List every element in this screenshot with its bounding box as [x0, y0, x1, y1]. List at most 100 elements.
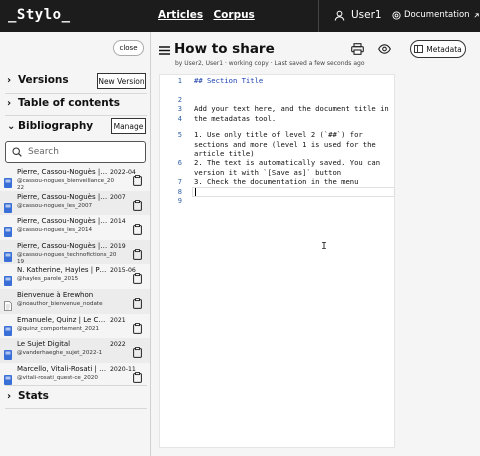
book-icon [4, 345, 12, 361]
bibliography-item[interactable]: Marcello, Vitali-Rosati | Quest 2020-11 … [0, 363, 150, 388]
bibliography-item-title: Pierre, Cassou-Noguès | Les rêves [17, 192, 109, 201]
toc-toggle[interactable]: › Table of contents [7, 97, 120, 109]
bibliography-item-title: Marcello, Vitali-Rosati | Quest [17, 364, 109, 373]
clipboard-icon[interactable] [133, 294, 142, 313]
manage-bibliography-button[interactable]: Manage [111, 118, 146, 134]
main-nav: Articles Corpus [158, 9, 262, 21]
book-icon [4, 173, 12, 188]
metadata-label: Metadata [426, 44, 462, 54]
line-number: 1 [177, 77, 182, 85]
nav-corpus-link[interactable]: Corpus [213, 9, 254, 21]
close-sidebar-button[interactable]: close [113, 40, 144, 56]
user-icon [334, 10, 345, 21]
stats-heading: Stats [18, 390, 49, 402]
bibliography-item-date: 2014 [110, 218, 126, 226]
bibliography-item-date: 2021 [110, 316, 126, 324]
bibliography-item-key: @hayles_parole_2015 [17, 276, 79, 283]
bibliography-heading: Bibliography [18, 120, 94, 132]
current-line-highlight [192, 187, 395, 197]
clipboard-icon[interactable] [133, 171, 142, 190]
bibliography-item[interactable]: Le Sujet Digital 2022 @vanderhaeghe_suje… [0, 338, 150, 363]
editor-line: 3. Check the documentation in the menu [194, 177, 359, 186]
menu-icon[interactable] [159, 46, 170, 55]
mouse-ibeam-cursor: I [321, 241, 328, 252]
bibliography-item-key: @quinz_comportement_2021 [17, 325, 100, 332]
search-placeholder: Search [28, 147, 59, 157]
bibliography-item[interactable]: Bienvenue à Erewhon @noauthor_bienvenue_… [0, 288, 150, 314]
bibliography-item-title: Le Sujet Digital [17, 340, 71, 349]
bibliography-item-date: 2019 [110, 242, 126, 250]
top-bar: _Stylo_ Articles Corpus User1 Documentat… [0, 0, 480, 32]
bibliography-item-title: Pierre, Cassou-Noguès | Technofictions [17, 241, 109, 250]
text-cursor [195, 188, 196, 196]
bibliography-item[interactable]: Emanuele, Quinz | Le Comportement 2021 @… [0, 314, 150, 339]
bibliography-item[interactable]: Pierre, Cassou-Noguès | Technofictions 2… [0, 239, 150, 265]
line-number: 9 [177, 197, 182, 205]
metadata-button[interactable]: Metadata [410, 40, 466, 58]
bibliography-item-title: N. Katherine, Hayles | Postprint [17, 266, 109, 275]
bibliography-item[interactable]: N. Katherine, Hayles | Postprint 2015-06… [0, 264, 150, 289]
sidebar: close › Versions New Version › Table of … [0, 32, 151, 456]
bibliography-item-key: @cassou-nogues_les_2007 [17, 202, 93, 209]
bibliography-item-key: @vanderhaeghe_sujet_2022-1 [17, 350, 103, 357]
bibliography-item-date: 2007 [110, 193, 126, 201]
bibliography-item-title: Pierre, Cassou-Noguès | Une histoire [17, 168, 109, 176]
clipboard-icon[interactable] [133, 343, 142, 362]
external-link-icon [473, 12, 479, 18]
user-menu[interactable]: User1 [334, 9, 382, 21]
line-number: 8 [177, 188, 182, 196]
chevron-right-icon: › [7, 97, 12, 109]
divider [5, 115, 147, 116]
clipboard-icon[interactable] [133, 319, 142, 338]
bibliography-item-title: Pierre, Cassou-Noguès | Lire le [17, 217, 109, 226]
clipboard-icon[interactable] [133, 220, 142, 239]
bibliography-item[interactable]: Pierre, Cassou-Noguès | Lire le 2014 @ca… [0, 215, 150, 240]
bibliography-toggle[interactable]: ⌄ Bibliography [7, 120, 93, 132]
versions-heading: Versions [18, 74, 69, 86]
editor-line: ## Section Title [194, 76, 264, 85]
bibliography-list: Pierre, Cassou-Noguès | Une histoire 202… [0, 166, 150, 387]
clipboard-icon[interactable] [133, 368, 142, 387]
book-icon [4, 370, 12, 385]
bibliography-item-date: 2022-04 [110, 169, 136, 176]
line-number: 6 [177, 159, 182, 167]
editor-line: 1. Use only title of level 2 (`##`) for … [194, 130, 381, 159]
bibliography-item-key: @noauthor_bienvenue_nodate [17, 300, 103, 307]
documentation-label: Documentation [404, 10, 470, 20]
clipboard-icon[interactable] [133, 245, 142, 264]
documentation-link[interactable]: Documentation [392, 10, 480, 20]
app-logo[interactable]: _Stylo_ [8, 7, 71, 23]
divider [318, 0, 319, 32]
bibliography-item-date: 2015-06 [110, 267, 136, 275]
book-icon [4, 198, 12, 213]
clipboard-icon[interactable] [133, 269, 142, 288]
chevron-right-icon: › [7, 74, 12, 86]
bibliography-item[interactable]: Pierre, Cassou-Noguès | Une histoire 202… [0, 166, 150, 191]
divider [5, 93, 147, 94]
chevron-down-icon: ⌄ [7, 120, 16, 132]
book-icon [4, 222, 12, 238]
bibliography-search-input[interactable]: Search [5, 141, 146, 163]
book-icon [4, 271, 12, 287]
print-icon[interactable] [351, 43, 364, 55]
line-number: 3 [177, 105, 182, 113]
text-editor[interactable]: 1 ## Section Title 2 3 Add your text here, a… [159, 74, 395, 448]
document-title: How to share [174, 41, 275, 57]
editor-line: 2. The text is automatically saved. You … [194, 158, 385, 177]
stats-toggle[interactable]: › Stats [7, 390, 49, 402]
bibliography-item-title: Bienvenue à Erewhon [17, 290, 94, 299]
editor-line: Add your text here, and the document tit… [194, 104, 394, 123]
clipboard-icon[interactable] [133, 196, 142, 215]
bibliography-item-key: @vitali-rosati_quest-ce_2020 [17, 374, 98, 381]
book-icon [4, 247, 12, 262]
new-version-button[interactable]: New Version [97, 73, 146, 89]
preview-eye-icon[interactable] [378, 44, 391, 54]
toc-heading: Table of contents [18, 97, 121, 109]
main-area: How to share by User2, User1 · working c… [151, 32, 480, 456]
line-number: 2 [177, 96, 182, 104]
versions-toggle[interactable]: › Versions [7, 74, 69, 86]
bibliography-item[interactable]: Pierre, Cassou-Noguès | Les rêves 2007 @… [0, 190, 150, 216]
document-icon [4, 296, 12, 311]
nav-articles-link[interactable]: Articles [158, 9, 203, 21]
chevron-right-icon: › [7, 390, 12, 402]
